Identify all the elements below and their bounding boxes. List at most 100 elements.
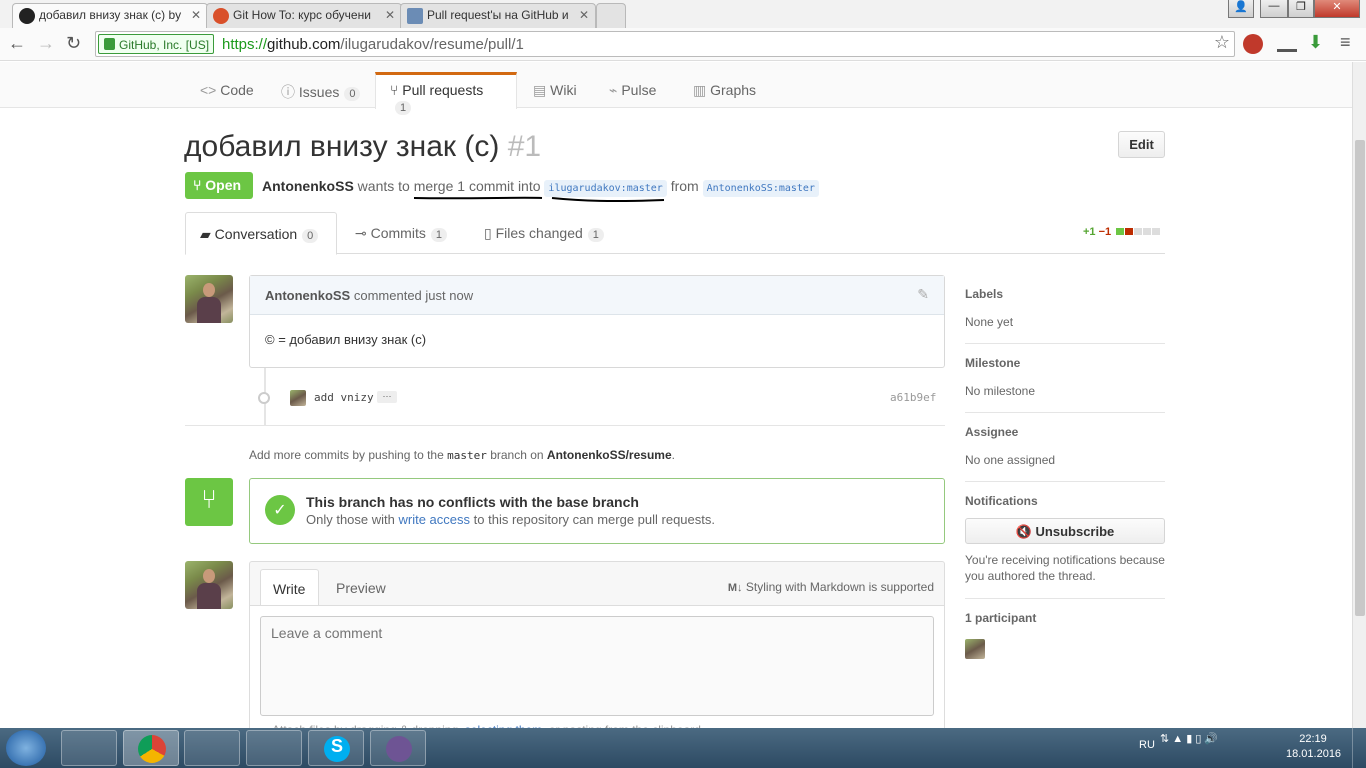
url-text[interactable]: https://github.com/ilugarudakov/resume/p… bbox=[222, 36, 524, 53]
author-link[interactable]: AntonenkoSS bbox=[262, 178, 354, 194]
comment-body: © = добавил внизу знак (с) bbox=[265, 332, 427, 347]
pr-icon: ⑂ bbox=[390, 82, 399, 98]
sidebar-assignee[interactable]: Assignee No one assigned bbox=[965, 413, 1165, 482]
tab-conversation[interactable]: ▰ Conversation 0 bbox=[185, 212, 337, 255]
state-label: Open bbox=[205, 177, 242, 193]
tab-label: Commits bbox=[370, 225, 426, 241]
commit-expand-button[interactable]: ··· bbox=[377, 391, 397, 403]
edit-button[interactable]: Edit bbox=[1118, 131, 1165, 158]
diffstat: +1 −1 bbox=[1083, 226, 1161, 238]
state-badge: ⑂ Open bbox=[185, 172, 253, 199]
diff-icon: ▯ bbox=[484, 225, 492, 241]
avatar[interactable] bbox=[290, 390, 306, 406]
show-desktop-button[interactable] bbox=[1352, 728, 1366, 768]
write-access-link[interactable]: write access bbox=[399, 512, 471, 527]
sidebar-milestone[interactable]: Milestone No milestone bbox=[965, 344, 1165, 413]
diffstat-block bbox=[1125, 228, 1134, 235]
tab-label: Graphs bbox=[710, 82, 757, 98]
alien-app-icon[interactable] bbox=[246, 730, 302, 766]
tab-title: Pull request'ы на GitHub и bbox=[427, 8, 569, 22]
tab-commits[interactable]: ⊸ Commits 1 bbox=[341, 212, 461, 255]
comment-action: commented bbox=[353, 288, 422, 303]
counter: 1 bbox=[395, 101, 412, 115]
close-window-button[interactable]: ✕ bbox=[1314, 0, 1360, 18]
menu-icon[interactable]: ≡ bbox=[1340, 32, 1351, 53]
browser-tab-githowto[interactable]: Git How To: курс обучени ✕ bbox=[206, 3, 402, 28]
tab-issues[interactable]: ⓘ Issues 0 bbox=[281, 72, 361, 108]
tab-preview[interactable]: Preview bbox=[336, 580, 386, 596]
avatar[interactable] bbox=[185, 561, 233, 609]
tab-write[interactable]: Write bbox=[260, 569, 319, 606]
tab-graphs[interactable]: ▥ Graphs bbox=[693, 72, 756, 108]
url-path: /ilugarudakov/resume/pull/1 bbox=[340, 36, 524, 53]
sidebar-heading: Notifications bbox=[965, 494, 1038, 508]
user-icon[interactable]: 👤 bbox=[1228, 0, 1254, 18]
merge-title: This branch has no conflicts with the ba… bbox=[306, 494, 639, 510]
forward-icon[interactable]: → bbox=[37, 33, 55, 54]
branch-name: master bbox=[447, 449, 487, 462]
clock[interactable]: 22:19 18.01.2016 bbox=[1286, 733, 1341, 760]
pr-tabnav: ▰ Conversation 0 ⊸ Commits 1 ▯ Files chang… bbox=[185, 212, 1165, 255]
chrome-icon[interactable] bbox=[123, 730, 179, 766]
tray-icons[interactable]: ⇅ ▲ ▮ ▯ 🔊 bbox=[1160, 732, 1270, 762]
download-icon[interactable]: ⬇ bbox=[1308, 32, 1323, 53]
explorer-icon[interactable] bbox=[61, 730, 117, 766]
avatar[interactable] bbox=[185, 275, 233, 323]
minimize-button[interactable]: — bbox=[1260, 0, 1288, 18]
comment-time[interactable]: just now bbox=[425, 288, 473, 303]
commit-message[interactable]: add vnizy bbox=[314, 391, 374, 404]
browser-tab-pr[interactable]: добавил внизу знак (с) by ✕ bbox=[12, 3, 208, 28]
tab-wiki[interactable]: ▤ Wiki bbox=[533, 72, 577, 108]
back-icon[interactable]: ← bbox=[8, 33, 26, 54]
ev-label: GitHub, Inc. [US] bbox=[119, 38, 210, 52]
unsubscribe-button[interactable]: 🔇 Unsubscribe bbox=[965, 518, 1165, 544]
skype-icon[interactable]: S bbox=[308, 730, 364, 766]
sidebar-heading: 1 participant bbox=[965, 611, 1037, 625]
commit-sha[interactable]: a61b9ef bbox=[890, 391, 936, 404]
tab-pull-requests[interactable]: ⑂ Pull requests 1 bbox=[375, 72, 517, 115]
new-tab-button[interactable] bbox=[596, 3, 626, 28]
book-icon: ▤ bbox=[533, 82, 547, 98]
browser-tab-habr[interactable]: Pull request'ы на GitHub и ✕ bbox=[400, 3, 596, 28]
diffstat-block bbox=[1152, 228, 1161, 235]
comment-author[interactable]: AntonenkoSS bbox=[265, 288, 350, 303]
download-manager-icon[interactable] bbox=[1277, 34, 1297, 52]
close-icon[interactable]: ✕ bbox=[579, 8, 589, 22]
star-icon[interactable]: ☆ bbox=[1214, 32, 1230, 53]
adblock-icon[interactable] bbox=[1243, 34, 1263, 54]
tab-files-changed[interactable]: ▯ Files changed 1 bbox=[470, 212, 618, 255]
participant-avatar[interactable] bbox=[965, 639, 985, 659]
sidebar-heading: Labels bbox=[965, 287, 1004, 301]
tab-code[interactable]: <> Code bbox=[200, 72, 254, 108]
code-icon: <> bbox=[200, 82, 217, 98]
url-scheme: https:// bbox=[222, 36, 268, 53]
comment-box: AntonenkoSS commented just now ✎ © = доб… bbox=[249, 275, 945, 368]
scrollbar-thumb[interactable] bbox=[1355, 140, 1365, 616]
unsubscribe-label: Unsubscribe bbox=[1035, 524, 1115, 539]
repo-navigation: <> Code ⓘ Issues 0 ⑂ Pull requests 1 ▤ Wik… bbox=[0, 62, 1352, 115]
counter: 0 bbox=[302, 229, 319, 243]
sidebar-labels[interactable]: Labels None yet bbox=[965, 275, 1165, 344]
ev-certificate-badge[interactable]: GitHub, Inc. [US] bbox=[98, 34, 215, 54]
scrollbar[interactable] bbox=[1352, 62, 1366, 728]
language-indicator[interactable]: RU bbox=[1139, 739, 1155, 751]
lock-icon bbox=[104, 38, 115, 50]
pr-title-text: добавил внизу знак (с) bbox=[184, 130, 500, 163]
sidebar-heading: Assignee bbox=[965, 425, 1019, 439]
maximize-button[interactable]: ❐ bbox=[1288, 0, 1314, 18]
address-toolbar: ← → ↻ GitHub, Inc. [US] https://github.c… bbox=[0, 28, 1366, 61]
start-button[interactable] bbox=[6, 730, 46, 766]
close-icon[interactable]: ✕ bbox=[385, 8, 395, 22]
meta-from: from bbox=[670, 178, 699, 194]
close-icon[interactable]: ✕ bbox=[191, 8, 201, 22]
media-player-icon[interactable] bbox=[184, 730, 240, 766]
omnibox[interactable]: GitHub, Inc. [US] https://github.com/ilu… bbox=[95, 31, 1235, 57]
comment-textarea[interactable] bbox=[260, 616, 934, 716]
github-desktop-icon[interactable] bbox=[370, 730, 426, 766]
repo-link[interactable]: AntonenkoSS/resume bbox=[547, 448, 672, 462]
reload-icon[interactable]: ↻ bbox=[66, 33, 81, 54]
windows-taskbar: S RU ⇅ ▲ ▮ ▯ 🔊 22:19 18.01.2016 bbox=[0, 728, 1366, 768]
pencil-icon[interactable]: ✎ bbox=[917, 286, 929, 303]
tab-pulse[interactable]: ⌁ Pulse bbox=[609, 72, 656, 108]
markdown-hint[interactable]: M↓ Styling with Markdown is supported bbox=[728, 580, 934, 594]
